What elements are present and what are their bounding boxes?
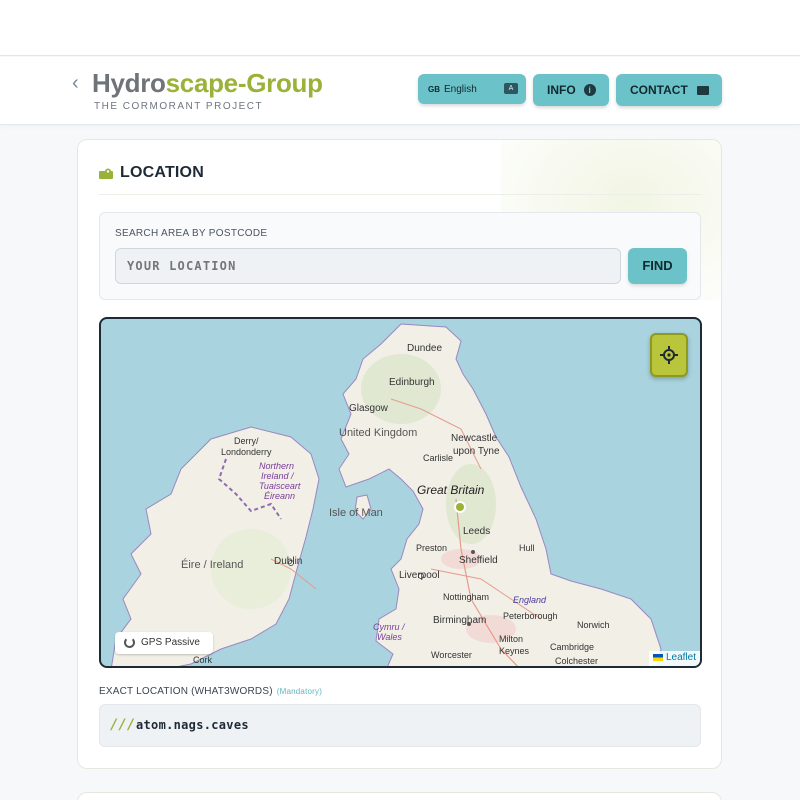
language-label: English: [444, 83, 477, 95]
contact-button[interactable]: CONTACT: [616, 74, 722, 106]
map-label: Londonderry: [221, 447, 272, 457]
map-label: Preston: [416, 543, 448, 553]
map-label: Éireann: [264, 491, 296, 501]
w3w-value: atom.nags.caves: [136, 718, 249, 732]
flag-icon: GB: [428, 84, 440, 94]
brand-logo[interactable]: Hydroscape-Group: [92, 69, 323, 97]
map-label: Derry/: [234, 436, 259, 446]
info-icon: i: [583, 84, 596, 96]
gps-label: GPS Passive: [141, 637, 200, 648]
attribution-label: Leaflet: [665, 652, 696, 663]
info-label: INFO: [547, 83, 576, 97]
ukraine-flag-icon: [652, 653, 663, 661]
map-label: Cambridge: [550, 642, 595, 652]
map-label: Birmingham: [433, 615, 487, 626]
w3w-slashes-icon: ///: [110, 717, 136, 733]
brand-part-1: Hydro: [92, 68, 166, 98]
map-label: Newcastle: [451, 433, 498, 444]
brand-subtitle: THE CORMORANT PROJECT: [94, 101, 264, 112]
next-card: [77, 792, 722, 800]
map-label: Cork: [193, 655, 213, 665]
map-label: Isle of Man: [329, 507, 383, 519]
info-button[interactable]: INFO i: [533, 74, 609, 106]
crosshair-icon: [660, 346, 678, 364]
postcode-search-panel: SEARCH AREA BY POSTCODE FIND: [99, 212, 701, 300]
map-label: United Kingdom: [339, 427, 418, 439]
gps-status[interactable]: GPS Passive: [115, 632, 213, 654]
map-tiles: [111, 323, 662, 666]
map-label: England: [513, 595, 547, 605]
map-icon: [99, 168, 113, 179]
map-label: Wales: [377, 632, 402, 642]
w3w-label-text: EXACT LOCATION (WHAT3WORDS): [99, 686, 273, 697]
map-label: Tuaisceart: [259, 481, 301, 491]
map-label: Edinburgh: [389, 377, 435, 388]
map-label: Glasgow: [349, 403, 388, 414]
brand-part-2: scape-Group: [165, 68, 323, 98]
translate-icon: A: [504, 83, 518, 94]
map-label: Hull: [519, 543, 535, 553]
map-label: Milton: [499, 634, 524, 644]
map-label: Éire / Ireland: [181, 559, 244, 571]
mandatory-note: (Mandatory): [276, 687, 323, 696]
postcode-input[interactable]: [115, 248, 621, 284]
section-divider: [99, 194, 702, 195]
map-label: upon Tyne: [453, 446, 500, 457]
search-label: SEARCH AREA BY POSTCODE: [115, 228, 268, 239]
map-label: Sheffield: [459, 555, 498, 566]
map-attribution[interactable]: Leaflet: [648, 651, 700, 666]
map-label: Leeds: [463, 526, 491, 537]
map-label: Dublin: [274, 556, 303, 567]
refresh-icon: [124, 637, 135, 648]
location-card: LOCATION SEARCH AREA BY POSTCODE FIND: [77, 139, 722, 769]
envelope-icon: [696, 85, 709, 95]
map-label: Ireland /: [261, 471, 294, 481]
map-label: Colchester: [555, 656, 599, 666]
locate-button[interactable]: [650, 333, 688, 377]
w3w-field[interactable]: /// atom.nags.caves: [99, 704, 701, 747]
top-bar: [0, 0, 800, 56]
map-label: Peterborough: [503, 611, 558, 621]
map-label: Keynes: [499, 646, 530, 656]
map-label: Carlisle: [423, 453, 454, 463]
location-map[interactable]: Dundee Edinburgh Glasgow United Kingdom …: [99, 317, 702, 668]
map-label: Nottingham: [443, 592, 490, 602]
language-button[interactable]: GB English A: [418, 74, 526, 104]
map-label: Worcester: [431, 650, 472, 660]
map-label: Great Britain: [417, 483, 485, 497]
back-chevron-icon[interactable]: ‹: [72, 73, 79, 93]
site-header: ‹ Hydroscape-Group THE CORMORANT PROJECT…: [0, 57, 800, 125]
map-label: Norwich: [577, 620, 610, 630]
section-title: LOCATION: [120, 164, 204, 181]
map-label: Northern: [259, 461, 295, 471]
map-label: Liverpool: [399, 570, 440, 581]
w3w-label: EXACT LOCATION (WHAT3WORDS) (Mandatory): [99, 686, 322, 697]
contact-label: CONTACT: [630, 83, 688, 97]
find-button[interactable]: FIND: [628, 248, 687, 284]
map-label: Cymru /: [373, 622, 405, 632]
map-label: Dundee: [407, 343, 443, 354]
